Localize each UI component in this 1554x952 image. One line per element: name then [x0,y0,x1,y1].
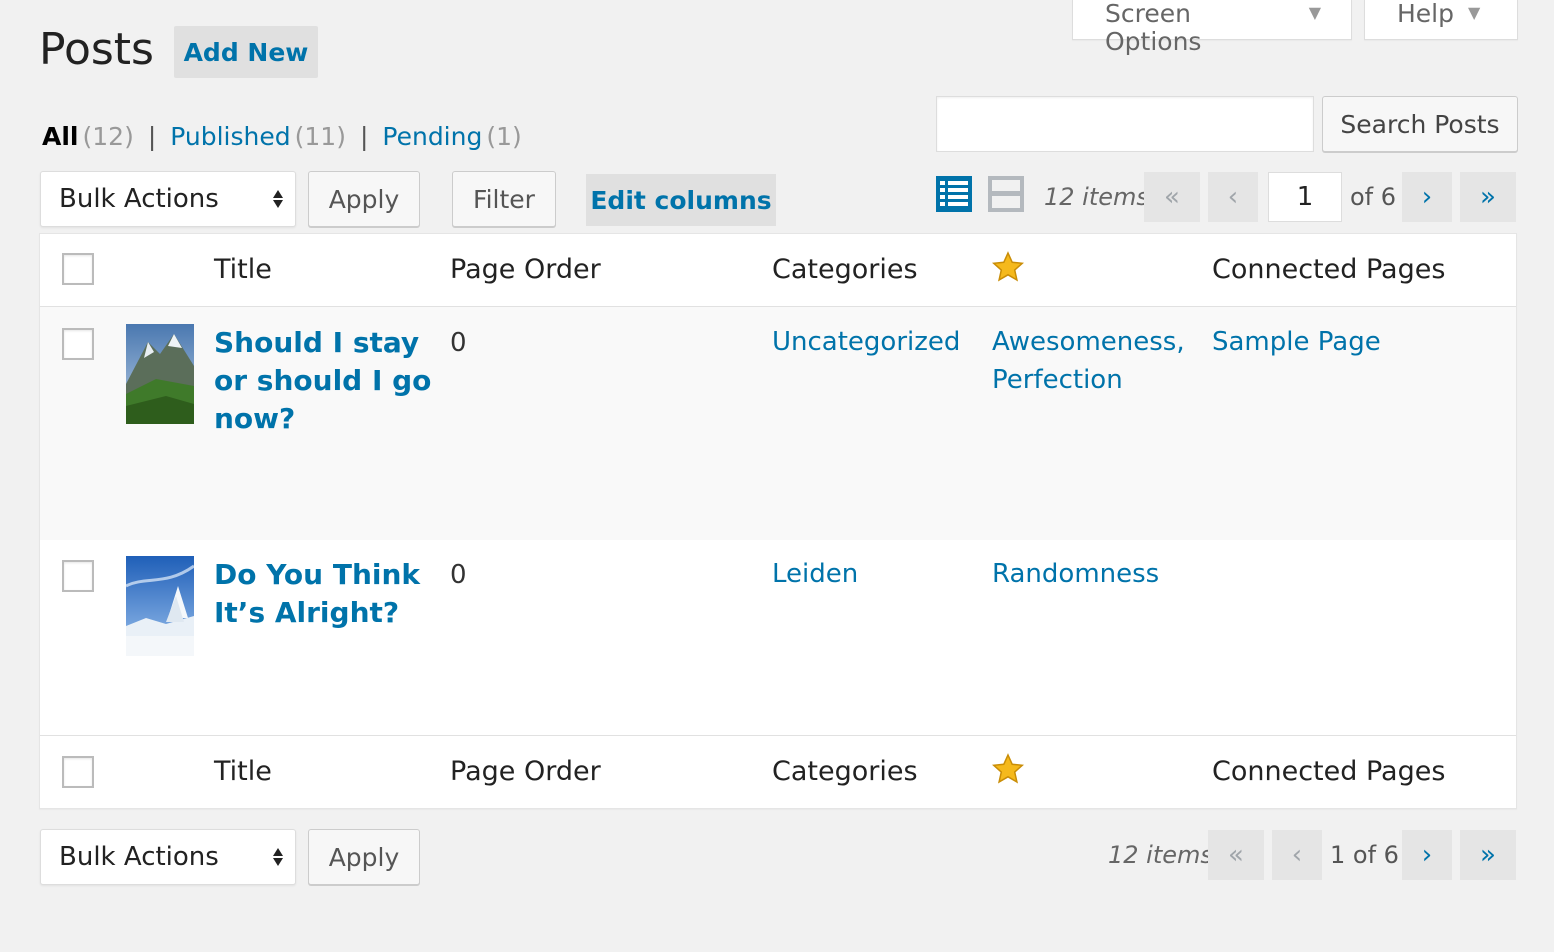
select-all-checkbox[interactable] [62,756,94,788]
tag-link[interactable]: Randomness [992,555,1159,593]
excerpt-view-icon[interactable] [988,176,1024,212]
star-icon [991,753,1025,785]
view-all[interactable]: All [42,122,79,151]
select-all-checkbox[interactable] [62,253,94,285]
view-separator: | [147,122,157,151]
help-label: Help [1397,0,1454,28]
column-header-title[interactable]: Title [214,254,272,285]
help-tab[interactable]: Help ▼ [1364,0,1518,40]
last-page-button-bottom[interactable]: » [1460,830,1516,880]
items-count: 12 items [1044,183,1149,211]
view-published[interactable]: Published [170,122,290,151]
first-page-button[interactable]: « [1144,172,1200,222]
post-title-link[interactable]: Do You Think It’s Alright? [214,556,434,632]
column-footer-categories: Categories [772,756,918,787]
star-icon [991,251,1025,283]
connected-page-link[interactable]: Sample Page [1212,323,1381,361]
select-arrows-icon [273,190,283,208]
caret-down-icon: ▼ [1468,3,1481,22]
title-line: or should I go [214,364,432,397]
tag-link[interactable]: Perfection [992,361,1185,399]
bulk-actions-select[interactable]: Bulk Actions [40,171,296,227]
title-line: Do You Think [214,558,421,591]
search-input[interactable] [936,96,1314,152]
column-footer-title[interactable]: Title [214,756,272,787]
row-checkbox[interactable] [62,328,94,360]
first-page-button-bottom[interactable]: « [1208,830,1264,880]
title-line: now? [214,402,296,435]
screen-options-tab[interactable]: Screen Options ▼ [1072,0,1352,56]
screen-options-label: Screen Options [1105,0,1202,56]
prev-page-button-bottom[interactable]: ‹ [1272,830,1322,880]
tag-links: Awesomeness, Perfection [992,323,1185,399]
footer-divider [40,735,1516,736]
view-pending[interactable]: Pending [382,122,482,151]
column-footer-page-order[interactable]: Page Order [450,756,601,787]
caret-down-icon: ▼ [1308,3,1321,22]
column-header-page-order[interactable]: Page Order [450,254,601,285]
filter-button[interactable]: Filter [452,171,556,227]
title-line: It’s Alright? [214,596,400,629]
page-title: Posts [39,24,154,75]
page-indicator-bottom: 1 of 6 [1330,841,1399,869]
category-link[interactable]: Leiden [772,555,858,593]
current-page-input[interactable]: 1 [1268,172,1342,222]
view-published-count: (11) [294,122,346,151]
row-checkbox[interactable] [62,560,94,592]
category-link[interactable]: Uncategorized [772,323,960,361]
search-posts-button[interactable]: Search Posts [1322,96,1518,152]
post-status-views: All (12) | Published (11) | Pending (1) [42,122,522,151]
page-order-value: 0 [450,560,467,590]
next-page-button-bottom[interactable]: › [1402,830,1452,880]
items-count-bottom: 12 items [1108,841,1213,869]
mountain-landscape-thumbnail[interactable] [126,324,194,424]
bulk-actions-value: Bulk Actions [59,184,219,214]
apply-button[interactable]: Apply [308,171,420,227]
edit-columns-button[interactable]: Edit columns [586,174,776,226]
list-view-icon[interactable] [936,176,972,212]
posts-table: Title Page Order Categories Connected Pa… [39,233,1517,809]
last-page-button[interactable]: » [1460,172,1516,222]
post-title-link[interactable]: Should I stay or should I go now? [214,324,434,438]
next-page-button[interactable]: › [1402,172,1452,222]
view-all-count: (12) [82,122,134,151]
snowy-tree-thumbnail[interactable] [126,556,194,656]
bulk-actions-value: Bulk Actions [59,842,219,872]
total-pages-text: of 6 [1350,183,1397,211]
view-pending-count: (1) [486,122,522,151]
select-arrows-icon [273,848,283,866]
view-separator: | [359,122,369,151]
title-line: Should I stay [214,326,420,359]
bulk-actions-select-bottom[interactable]: Bulk Actions [40,829,296,885]
prev-page-button[interactable]: ‹ [1208,172,1258,222]
tag-link[interactable]: Awesomeness, [992,323,1185,361]
add-new-button[interactable]: Add New [174,26,318,78]
tag-links: Randomness [992,555,1159,593]
column-header-connected-pages: Connected Pages [1212,254,1446,285]
column-footer-connected-pages: Connected Pages [1212,756,1446,787]
apply-button-bottom[interactable]: Apply [308,829,420,885]
page-order-value: 0 [450,328,467,358]
column-header-categories: Categories [772,254,918,285]
